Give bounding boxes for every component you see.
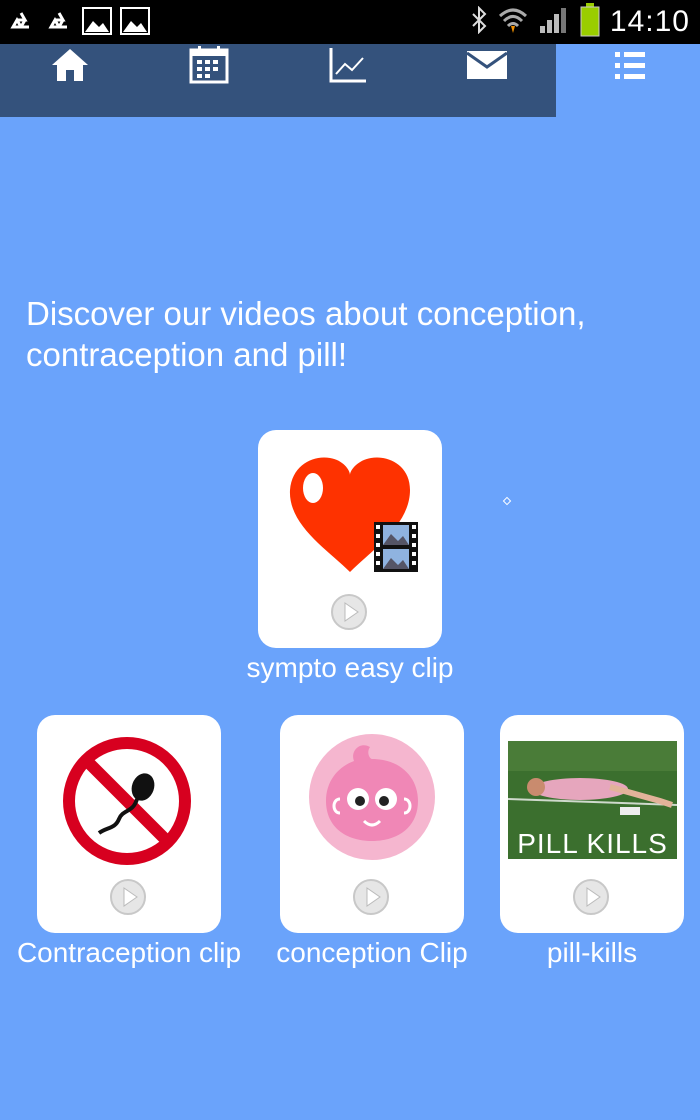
video-tile-sympto-easy[interactable] — [258, 430, 442, 648]
video-caption[interactable]: conception Clip — [262, 937, 482, 969]
decorative-dot — [502, 496, 512, 506]
nav-mail-button[interactable] — [417, 44, 556, 90]
home-icon — [50, 47, 90, 88]
heart-film-icon — [258, 430, 442, 580]
photo-pill-kills: PILL KILLS — [500, 715, 684, 865]
video-caption[interactable]: Contraception clip — [0, 937, 258, 969]
play-icon[interactable] — [572, 878, 610, 916]
video-tile-conception[interactable] — [280, 715, 464, 933]
mail-icon — [465, 49, 508, 86]
play-icon[interactable] — [109, 878, 147, 916]
chart-icon — [328, 46, 368, 89]
video-tile-pill-kills[interactable]: PILL KILLS — [500, 715, 684, 933]
nav-calendar-button[interactable] — [139, 44, 278, 90]
image-icon — [120, 6, 150, 36]
no-sperm-icon — [37, 715, 221, 865]
play-icon[interactable] — [352, 878, 390, 916]
image-icon — [82, 6, 112, 36]
video-caption[interactable]: pill-kills — [500, 937, 684, 969]
nav-list-button[interactable] — [560, 44, 699, 90]
bluetooth-icon — [470, 5, 488, 39]
baby-face-icon — [280, 715, 464, 865]
recycle-icon — [6, 6, 36, 36]
thumb-text: PILL KILLS — [517, 828, 668, 859]
recycle-icon — [44, 6, 74, 36]
video-caption[interactable]: sympto easy clip — [230, 652, 470, 684]
clock: 14:10 — [609, 5, 690, 38]
signal-icon — [538, 6, 570, 39]
battery-icon — [580, 2, 600, 42]
status-bar: 14:10 — [0, 0, 700, 44]
wifi-icon — [498, 6, 528, 39]
play-icon[interactable] — [330, 593, 368, 631]
video-tile-contraception[interactable] — [37, 715, 221, 933]
top-navigation-bar — [0, 44, 556, 117]
page-heading: Discover our videos about conception, co… — [26, 295, 586, 373]
nav-chart-button[interactable] — [278, 44, 417, 90]
nav-home-button[interactable] — [0, 44, 139, 90]
calendar-icon — [189, 45, 229, 89]
list-icon — [614, 49, 646, 86]
